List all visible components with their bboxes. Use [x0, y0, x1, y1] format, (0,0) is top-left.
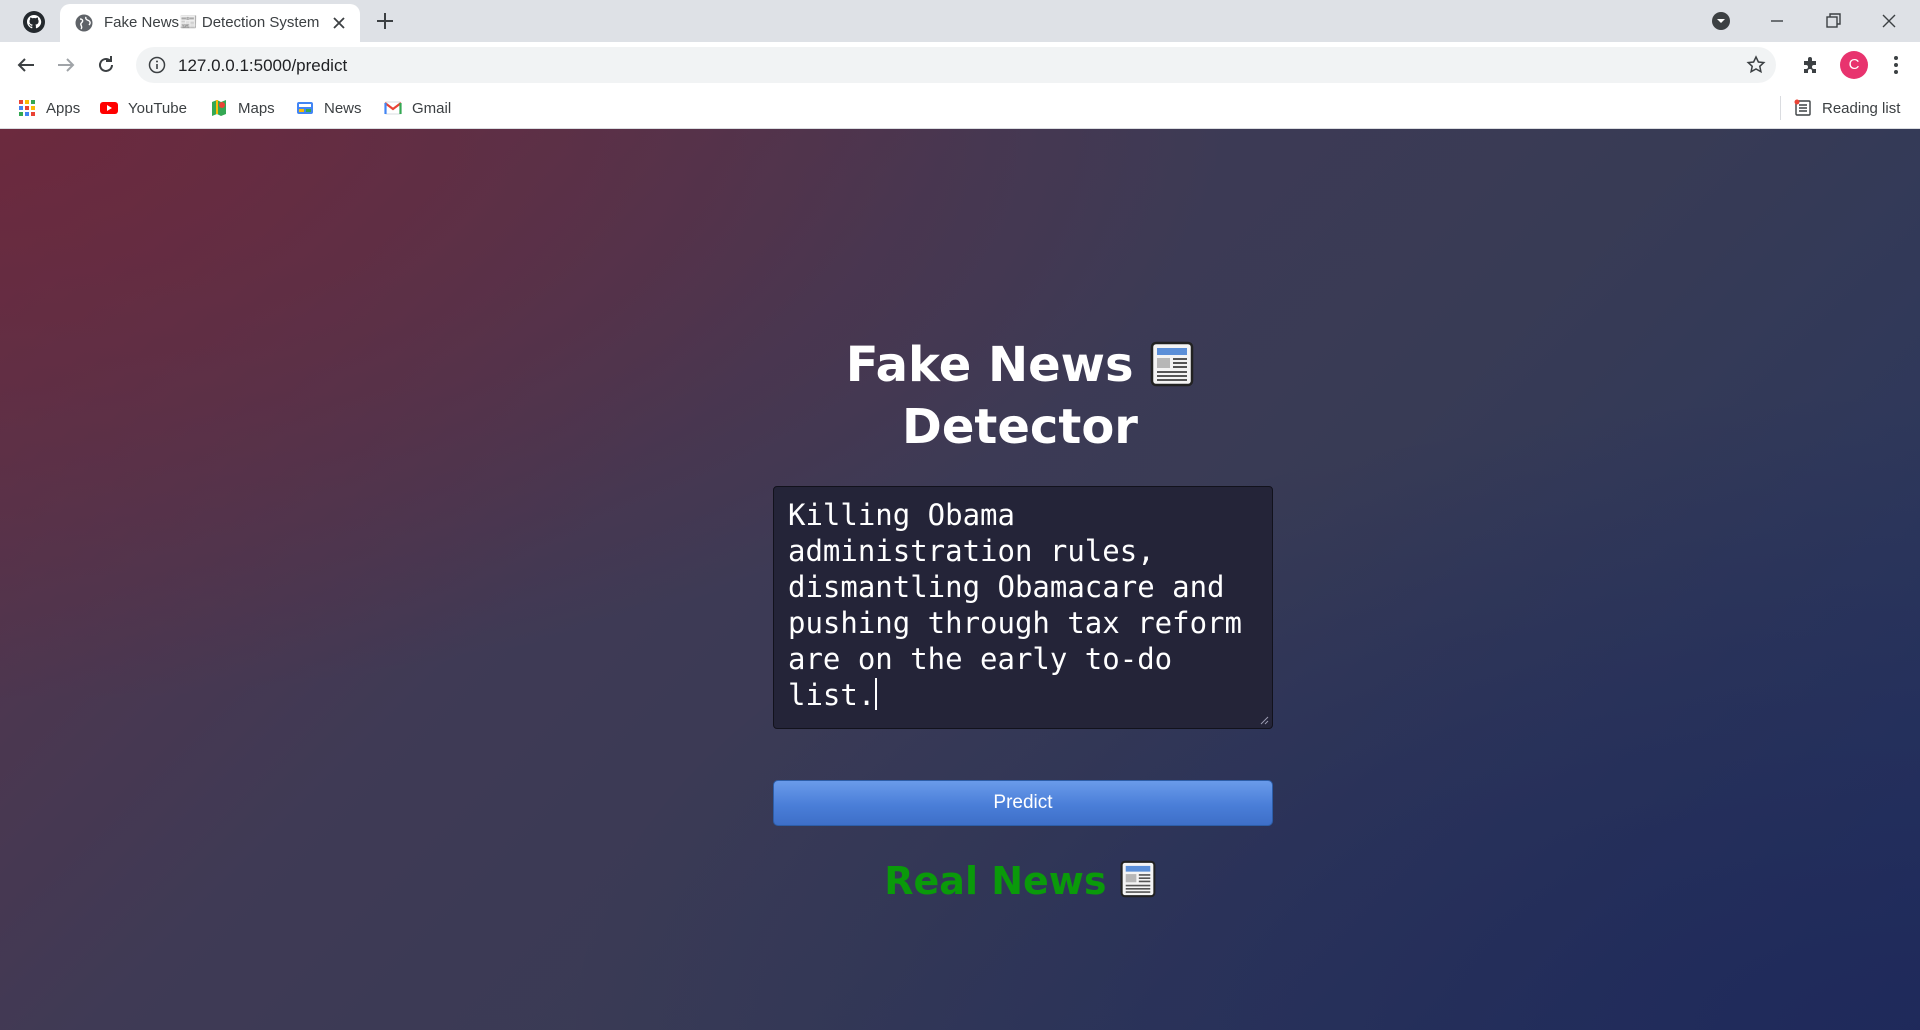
newspaper-icon — [1151, 341, 1194, 387]
profile-avatar[interactable]: C — [1840, 51, 1868, 79]
gmail-icon — [384, 101, 402, 115]
forward-arrow-icon[interactable] — [54, 53, 78, 77]
page-content: Fake News Detector Killing Obama adminis… — [0, 129, 1920, 1030]
youtube-icon — [100, 102, 118, 114]
newspaper-icon — [1120, 860, 1156, 898]
bookmark-label: YouTube — [128, 99, 187, 117]
news-text-input[interactable]: Killing Obama administration rules, dism… — [773, 486, 1273, 729]
globe-icon — [75, 14, 93, 32]
github-icon[interactable] — [22, 10, 46, 34]
resize-handle-icon[interactable] — [1259, 715, 1269, 725]
bookmark-label: Gmail — [412, 99, 452, 117]
news-text-value: Killing Obama administration rules, dism… — [788, 498, 1260, 712]
news-icon — [297, 102, 313, 114]
bookmark-label: News — [324, 99, 362, 117]
result-label: Real News — [884, 859, 1107, 903]
bookmark-maps[interactable]: Maps — [210, 97, 275, 119]
new-tab-icon[interactable] — [374, 10, 396, 32]
title-line-2: Detector — [902, 399, 1138, 455]
browser-toolbar: 127.0.0.1:5000/predict C — [0, 42, 1920, 88]
reading-list-icon — [1794, 99, 1811, 116]
bookmarks-bar: Apps YouTube Maps News Gmail Reading lis… — [0, 88, 1920, 129]
text-caret — [875, 678, 878, 710]
bookmark-gmail[interactable]: Gmail — [384, 97, 451, 119]
bookmarks-divider — [1780, 96, 1781, 120]
bookmark-label: Apps — [46, 99, 81, 117]
url-text: 127.0.0.1:5000/predict — [178, 56, 348, 75]
more-menu-icon[interactable] — [1884, 53, 1908, 77]
reading-list-label: Reading list — [1822, 99, 1901, 117]
close-window-icon[interactable] — [1876, 8, 1902, 34]
page-title: Fake News Detector — [760, 334, 1280, 458]
bookmark-youtube[interactable]: YouTube — [100, 97, 187, 119]
predict-button[interactable]: Predict — [773, 780, 1273, 826]
address-bar[interactable]: 127.0.0.1:5000/predict — [136, 47, 1776, 83]
reading-list-button[interactable]: Reading list — [1794, 97, 1900, 119]
prediction-result: Real News — [760, 856, 1280, 906]
bookmark-label: Maps — [238, 99, 275, 117]
bookmark-star-icon[interactable] — [1746, 55, 1766, 75]
maps-icon — [212, 100, 226, 116]
bookmark-apps[interactable]: Apps — [18, 97, 80, 119]
tab-strip: Fake News📰 Detection System — [0, 0, 1920, 42]
tab-title: Fake News📰 Detection System — [104, 14, 320, 31]
back-arrow-icon[interactable] — [14, 53, 38, 77]
close-tab-icon[interactable] — [330, 14, 348, 32]
title-line-1: Fake News — [845, 337, 1134, 393]
site-info-icon[interactable] — [148, 56, 166, 74]
apps-grid-icon — [19, 100, 35, 116]
reload-icon[interactable] — [94, 53, 118, 77]
bookmark-news[interactable]: News — [296, 97, 362, 119]
extensions-puzzle-icon[interactable] — [1800, 54, 1822, 76]
restore-icon[interactable] — [1820, 8, 1846, 34]
minimize-icon[interactable] — [1764, 8, 1790, 34]
tab-search-icon[interactable] — [1708, 8, 1734, 34]
active-tab[interactable]: Fake News📰 Detection System — [60, 4, 360, 42]
